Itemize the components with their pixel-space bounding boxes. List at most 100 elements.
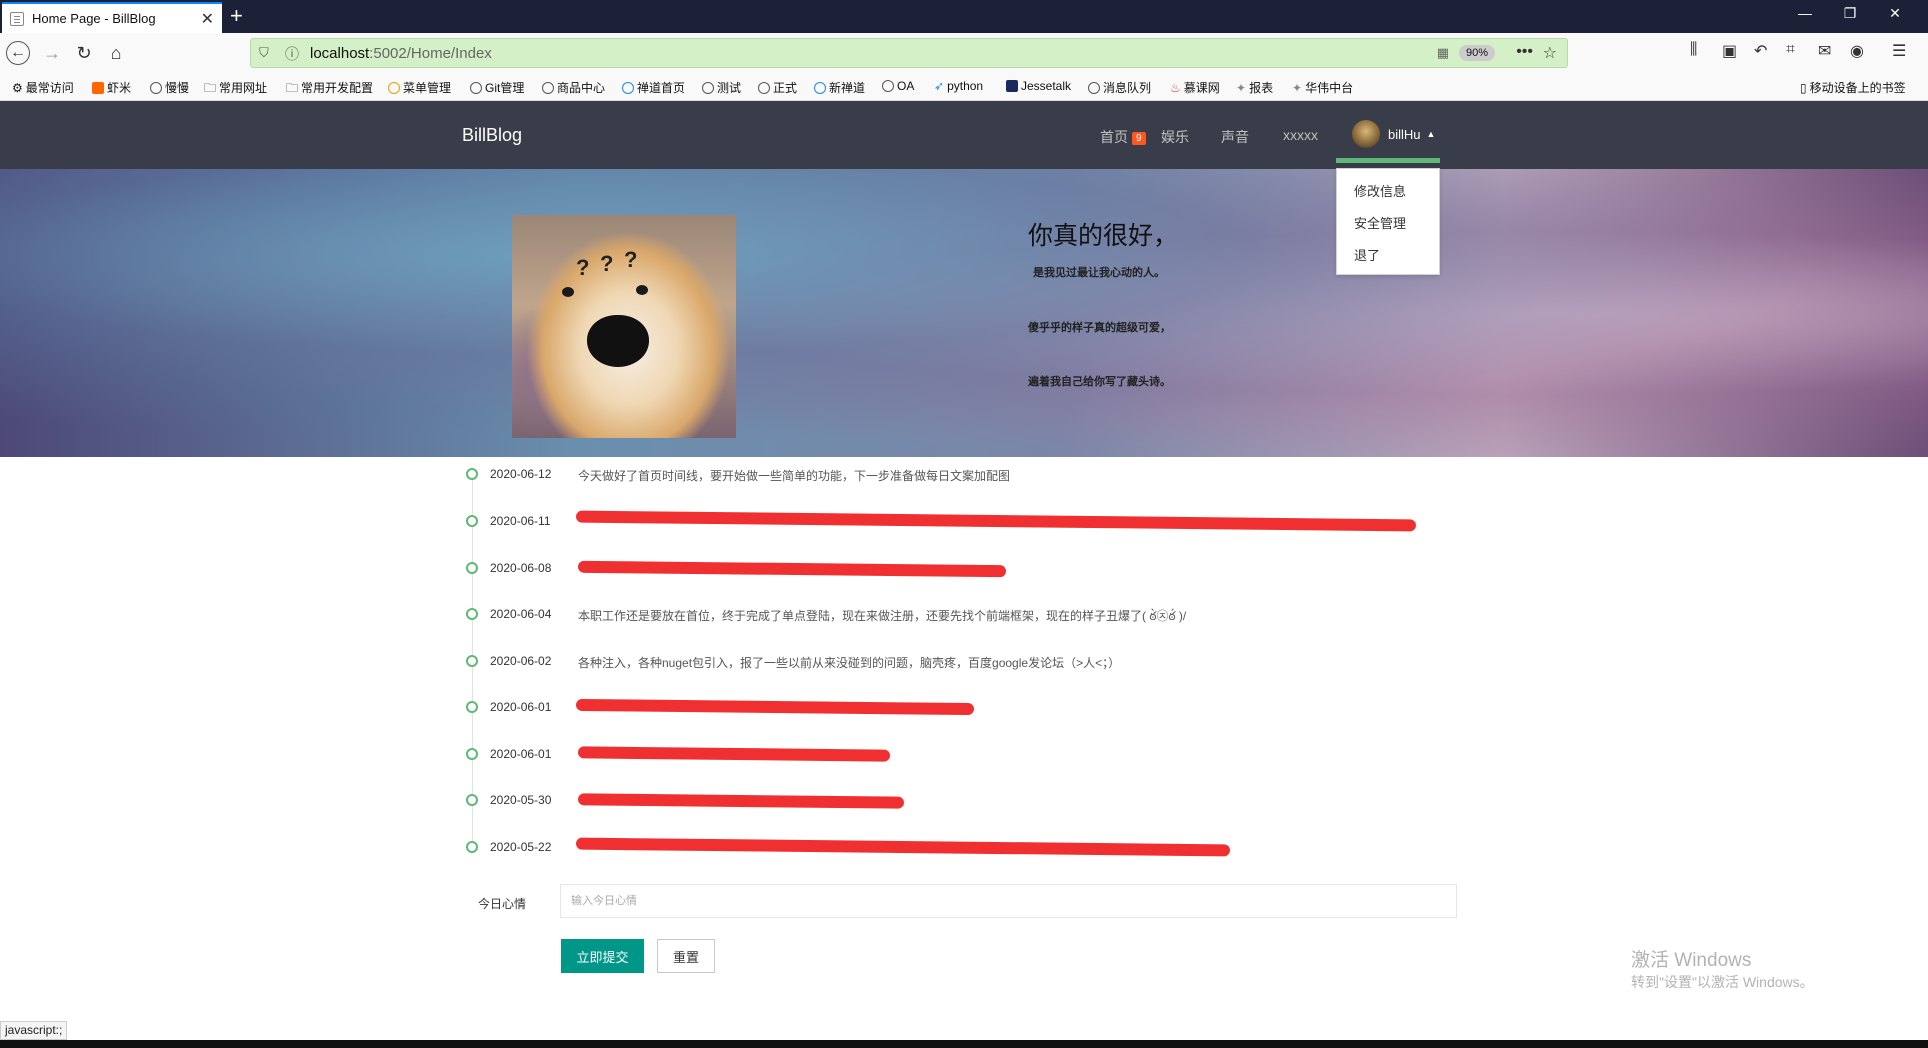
timeline-dot-icon xyxy=(466,655,478,667)
nav-home[interactable]: 首页 9 xyxy=(1100,127,1146,147)
reload-icon[interactable]: ↻ xyxy=(72,41,96,65)
bookmark-item[interactable]: ⚙ 最常访问 xyxy=(12,79,74,96)
bookmark-item[interactable]: OA xyxy=(882,79,914,93)
timeline-date: 2020-06-02 xyxy=(490,654,552,668)
timeline-dot-icon xyxy=(466,608,478,620)
close-window-icon[interactable]: ✕ xyxy=(1880,5,1910,22)
menu-item-security[interactable]: 安全管理 xyxy=(1354,213,1406,232)
redaction-mark xyxy=(577,560,1007,578)
bookmark-item[interactable]: 虾米 xyxy=(92,79,131,96)
bookmark-item[interactable]: Jessetalk xyxy=(1006,79,1071,93)
submit-button[interactable]: 立即提交 xyxy=(561,939,644,973)
timeline-item: 2020-06-01 xyxy=(466,698,1466,720)
home-icon[interactable]: ⌂ xyxy=(104,41,128,65)
user-dropdown-menu: 修改信息 安全管理 退了 xyxy=(1336,168,1440,275)
timeline-item: 2020-05-22 xyxy=(466,837,1466,860)
bookmark-item[interactable]: 慢慢 xyxy=(150,79,189,96)
nav-xxxxx[interactable]: xxxxx xyxy=(1283,127,1318,143)
bookmark-item[interactable]: 消息队列 xyxy=(1088,79,1151,96)
timeline-item: 2020-06-08 xyxy=(466,560,1466,581)
username: billHu xyxy=(1388,126,1421,142)
hero-dog-image: ? ? ? xyxy=(512,215,736,438)
site-logo[interactable]: BillBlog xyxy=(462,125,522,146)
user-menu-toggle[interactable]: billHu ▲ xyxy=(1352,120,1435,148)
timeline-text: 各种注入，各种nuget包引入，报了一些以前从来没碰到的问题，脑壳疼，百度goo… xyxy=(578,656,1121,670)
nav-entertainment[interactable]: 娱乐 xyxy=(1161,127,1189,147)
caret-up-icon: ▲ xyxy=(1426,129,1436,139)
redaction-mark xyxy=(577,746,891,762)
url-text: localhost:5002/Home/Index xyxy=(310,45,492,62)
back-icon[interactable]: ← xyxy=(6,41,30,65)
bookmark-item[interactable]: 正式 xyxy=(758,79,797,96)
new-tab-icon[interactable]: + xyxy=(230,3,243,29)
qr-code-icon[interactable]: ▦ xyxy=(1437,45,1449,61)
hero-banner xyxy=(0,169,1928,457)
menu-icon[interactable]: ☰ xyxy=(1892,41,1906,61)
hero-heading: 你真的很好， xyxy=(1028,222,1179,250)
menu-item-edit-profile[interactable]: 修改信息 xyxy=(1354,181,1406,200)
page-icon xyxy=(10,11,24,26)
timeline-item: 2020-06-01 xyxy=(466,746,1466,767)
timeline-date: 2020-06-08 xyxy=(490,561,552,575)
sidebar-icon[interactable]: ▣ xyxy=(1722,41,1737,61)
bookmark-item[interactable]: ✦ 报表 xyxy=(1236,79,1273,96)
timeline-date: 2020-06-12 xyxy=(490,467,552,481)
browser-tab[interactable]: Home Page - BillBlog ✕ xyxy=(2,2,222,33)
timeline-dot-icon xyxy=(466,794,478,806)
bookmark-item[interactable]: 禅道首页 xyxy=(622,79,685,96)
timeline-item: 2020-06-04 本职工作还是要放在首位，终于完成了单点登陆，现在来做注册，… xyxy=(466,607,1466,627)
zoom-indicator[interactable]: 90% xyxy=(1458,45,1495,61)
activation-watermark-text: 转到"设置"以激活 Windows。 xyxy=(1631,974,1814,990)
shield-icon[interactable]: ⛉ xyxy=(259,45,269,61)
more-icon[interactable]: ••• xyxy=(1516,43,1533,61)
redaction-mark xyxy=(575,698,975,716)
tab-title: Home Page - BillBlog xyxy=(32,11,156,26)
bookmark-star-icon[interactable]: ☆ xyxy=(1543,43,1557,63)
timeline-date: 2020-06-01 xyxy=(490,747,552,761)
address-bar[interactable]: ⛉ ⓘ localhost:5002/Home/Index ▦ 90% ••• … xyxy=(250,38,1568,68)
chat-icon[interactable]: ✉ xyxy=(1818,41,1831,61)
activation-watermark-title: 激活 Windows xyxy=(1631,950,1752,971)
bookmark-folder[interactable]: 🗀 常用开发配置 xyxy=(286,79,373,100)
timeline-date: 2020-06-11 xyxy=(490,514,551,528)
menu-item-logout[interactable]: 退了 xyxy=(1354,245,1380,264)
bookmark-item[interactable]: ♨ 慕课网 xyxy=(1170,79,1220,96)
close-tab-icon[interactable]: ✕ xyxy=(201,9,214,29)
avatar xyxy=(1352,120,1380,148)
undo-icon[interactable]: ↶ xyxy=(1754,41,1767,61)
timeline-dot-icon xyxy=(466,841,478,853)
redaction-mark xyxy=(577,793,905,809)
bookmark-item[interactable]: 新禅道 xyxy=(814,79,865,96)
mobile-bookmarks[interactable]: ▯ 移动设备上的书签 xyxy=(1800,79,1906,96)
mood-input[interactable] xyxy=(560,884,1457,918)
timeline-date: 2020-06-01 xyxy=(490,700,552,714)
timeline-dot-icon xyxy=(466,468,478,480)
hero-line: 是我见过最让我心动的人。 xyxy=(1033,267,1165,279)
nav-voice[interactable]: 声音 xyxy=(1221,127,1249,147)
bookmark-item[interactable]: 测试 xyxy=(702,79,741,96)
timeline-item: 2020-06-11 xyxy=(466,510,1466,534)
notification-badge: 9 xyxy=(1132,132,1146,145)
timeline-text: 今天做好了首页时间线，要开始做一些简单的功能，下一步准备做每日文案加配图 xyxy=(578,469,1011,483)
info-icon[interactable]: ⓘ xyxy=(285,44,299,64)
bookmark-item[interactable]: 商品中心 xyxy=(542,79,605,96)
forward-icon[interactable]: → xyxy=(40,41,64,65)
timeline-dot-icon xyxy=(466,515,478,527)
timeline-dot-icon xyxy=(466,562,478,574)
windows-taskbar xyxy=(0,1040,1928,1048)
bookmark-item[interactable]: 菜单管理 xyxy=(388,79,451,96)
active-nav-indicator xyxy=(1336,158,1440,163)
timeline-dot-icon xyxy=(466,701,478,713)
reset-button[interactable]: 重置 xyxy=(657,939,715,973)
bookmark-item[interactable]: Git管理 xyxy=(470,79,524,96)
bookmark-item[interactable]: ➶ python xyxy=(934,79,983,93)
hero-line: 遍着我自己给你写了藏头诗。 xyxy=(1028,376,1171,388)
hero-line: 傻乎乎的样子真的超级可爱， xyxy=(1028,322,1171,334)
restore-icon[interactable]: ❐ xyxy=(1835,5,1865,22)
minimize-icon[interactable]: — xyxy=(1790,5,1820,21)
bookmark-item[interactable]: ✦ 华伟中台 xyxy=(1292,79,1353,96)
account-icon[interactable]: ◉ xyxy=(1850,41,1864,61)
library-icon[interactable]: ⫼ xyxy=(1690,41,1697,59)
crop-icon[interactable]: ⌗ xyxy=(1786,41,1795,59)
bookmark-folder[interactable]: 🗀 常用网址 xyxy=(204,79,267,100)
